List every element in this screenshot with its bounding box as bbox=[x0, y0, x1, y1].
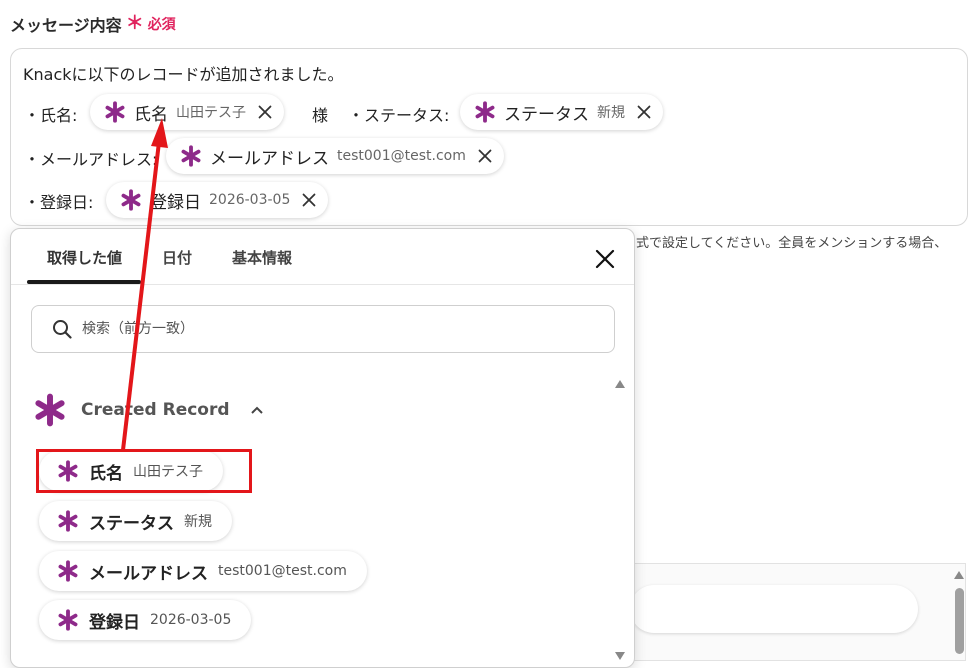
message-field-label: メッセージ内容 ＊ 必須 bbox=[10, 12, 176, 36]
date-prefix: ・登録日: bbox=[24, 193, 94, 212]
search-input[interactable] bbox=[80, 320, 564, 338]
chip-value: 新規 bbox=[597, 105, 625, 121]
search-icon bbox=[53, 320, 72, 339]
value-item-date[interactable]: 登録日 2026-03-05 bbox=[39, 600, 252, 640]
scroll-up-icon[interactable] bbox=[953, 570, 965, 580]
chip-value: 2026-03-05 bbox=[209, 192, 291, 208]
chip-label: メールアドレス bbox=[210, 148, 329, 169]
chip-status[interactable]: ステータス 新規 bbox=[460, 94, 663, 130]
chip-name[interactable]: 氏名 山田テス子 bbox=[90, 94, 284, 130]
hint-text: 式で設定してください。全員をメンションする場合、 bbox=[636, 236, 948, 251]
item-label: メールアドレス bbox=[89, 563, 208, 584]
chip-label: 登録日 bbox=[150, 192, 201, 213]
tab-date[interactable]: 日付 bbox=[162, 247, 192, 268]
item-value: 2026-03-05 bbox=[150, 612, 232, 628]
knack-asterisk-icon bbox=[57, 510, 79, 532]
scrollbar-thumb[interactable] bbox=[955, 588, 964, 654]
close-icon[interactable] bbox=[593, 247, 617, 271]
field-label-text: メッセージ内容 bbox=[10, 16, 122, 35]
name-prefix: ・氏名: bbox=[24, 106, 78, 125]
chip-value: test001@test.com bbox=[337, 148, 466, 164]
chip-label: ステータス bbox=[504, 104, 589, 125]
required-mark: ＊ bbox=[125, 13, 144, 34]
knack-asterisk-icon bbox=[474, 101, 496, 123]
value-item-status[interactable]: ステータス 新規 bbox=[39, 501, 232, 541]
knack-asterisk-icon bbox=[104, 101, 126, 123]
item-value: test001@test.com bbox=[218, 563, 347, 579]
item-label: 登録日 bbox=[89, 612, 140, 633]
annotation-highlight-box bbox=[36, 449, 252, 493]
value-item-email[interactable]: メールアドレス test001@test.com bbox=[39, 551, 367, 591]
active-tab-indicator bbox=[27, 280, 141, 284]
close-icon[interactable] bbox=[637, 105, 651, 119]
group-created-record[interactable]: Created Record bbox=[33, 393, 264, 427]
required-text: 必須 bbox=[147, 17, 176, 33]
knack-asterisk-icon bbox=[120, 189, 142, 211]
chip-email[interactable]: メールアドレス test001@test.com bbox=[166, 138, 504, 174]
knack-asterisk-icon bbox=[57, 609, 79, 631]
tab-acquired-values[interactable]: 取得した値 bbox=[47, 247, 122, 268]
close-icon[interactable] bbox=[258, 105, 272, 119]
item-label: ステータス bbox=[89, 513, 174, 534]
email-prefix: ・メールアドレス: bbox=[24, 150, 158, 169]
close-icon[interactable] bbox=[478, 149, 492, 163]
search-box[interactable] bbox=[31, 305, 615, 353]
tab-basic-info[interactable]: 基本情報 bbox=[232, 247, 292, 268]
group-title: Created Record bbox=[81, 400, 230, 420]
sama-text: 様 bbox=[312, 106, 329, 125]
scroll-down-icon[interactable] bbox=[614, 651, 626, 661]
chip-date[interactable]: 登録日 2026-03-05 bbox=[106, 182, 329, 218]
status-prefix: ・ステータス: bbox=[348, 106, 450, 125]
knack-asterisk-icon bbox=[57, 560, 79, 582]
knack-asterisk-icon bbox=[180, 145, 202, 167]
scroll-up-icon[interactable] bbox=[614, 379, 626, 389]
chip-label: 氏名 bbox=[134, 104, 168, 125]
close-icon[interactable] bbox=[302, 193, 316, 207]
background-input[interactable] bbox=[630, 585, 918, 633]
knack-asterisk-icon bbox=[33, 393, 67, 427]
tab-bar: 取得した値 日付 基本情報 bbox=[11, 229, 634, 285]
item-value: 新規 bbox=[184, 514, 212, 530]
chevron-up-icon[interactable] bbox=[250, 405, 264, 415]
value-picker-popup: 取得した値 日付 基本情報 Created Record 氏名 山田テス子 ステ… bbox=[10, 228, 635, 668]
chip-value: 山田テス子 bbox=[176, 105, 246, 121]
editor-line-intro: Knackに以下のレコードが追加されました。 bbox=[23, 65, 344, 84]
